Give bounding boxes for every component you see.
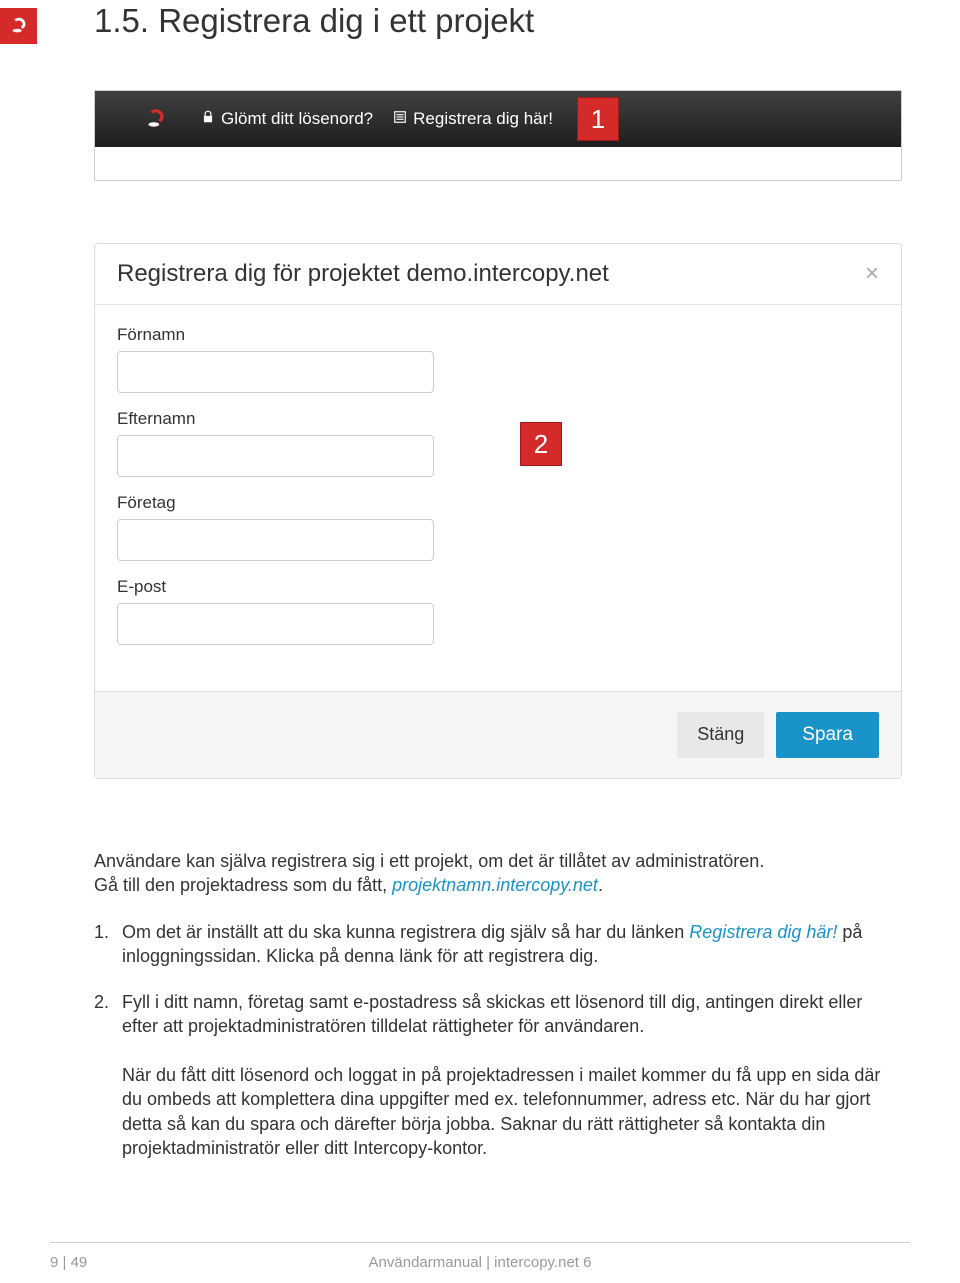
lastname-label: Efternamn bbox=[117, 409, 879, 429]
page-footer: 9 | 49 Användarmanual | intercopy.net 6 bbox=[0, 1254, 960, 1271]
intercopy-logo-icon bbox=[143, 106, 169, 132]
step-1-number: 1. bbox=[94, 920, 108, 969]
email-input[interactable] bbox=[117, 603, 434, 645]
step-2: 2. Fyll i ditt namn, företag samt e-post… bbox=[94, 990, 902, 1160]
brand-tab-icon bbox=[0, 8, 37, 44]
step-1: 1. Om det är inställt att du ska kunna r… bbox=[94, 920, 902, 969]
step-2-paragraph-1: Fyll i ditt namn, företag samt e-postadr… bbox=[122, 992, 862, 1036]
step-2-paragraph-2: När du fått ditt lösenord och loggat in … bbox=[122, 1065, 880, 1158]
register-here-link[interactable]: Registrera dig här! bbox=[393, 109, 553, 129]
step-1-text-pre: Om det är inställt att du ska kunna regi… bbox=[122, 922, 689, 942]
close-icon[interactable]: × bbox=[865, 262, 879, 286]
callout-marker-2: 2 bbox=[520, 422, 562, 466]
lock-icon bbox=[201, 109, 215, 129]
company-input[interactable] bbox=[117, 519, 434, 561]
footer-title: Användarmanual | intercopy.net 6 bbox=[369, 1254, 592, 1271]
close-button[interactable]: Stäng bbox=[677, 712, 764, 758]
project-url-example: projektnamn.intercopy.net bbox=[392, 875, 598, 895]
lastname-input[interactable] bbox=[117, 435, 434, 477]
step-2-number: 2. bbox=[94, 990, 108, 1160]
intro-line-2-post: . bbox=[598, 875, 603, 895]
register-dialog-screenshot: Registrera dig för projektet demo.interc… bbox=[94, 243, 902, 779]
footer-rule bbox=[50, 1242, 910, 1243]
page-number: 9 | 49 bbox=[50, 1254, 87, 1271]
register-here-inline-link: Registrera dig här! bbox=[689, 922, 837, 942]
intro-line-2-pre: Gå till den projektadress som du fått, bbox=[94, 875, 392, 895]
register-here-label: Registrera dig här! bbox=[413, 109, 553, 129]
save-button[interactable]: Spara bbox=[776, 712, 879, 758]
forgot-password-label: Glömt ditt lösenord? bbox=[221, 109, 373, 129]
company-label: Företag bbox=[117, 493, 879, 513]
firstname-input[interactable] bbox=[117, 351, 434, 393]
callout-marker-1: 1 bbox=[577, 97, 619, 141]
dialog-title: Registrera dig för projektet demo.interc… bbox=[117, 260, 609, 288]
forgot-password-link[interactable]: Glömt ditt lösenord? bbox=[201, 109, 373, 129]
email-label: E-post bbox=[117, 577, 879, 597]
intro-line-1: Användare kan själva registrera sig i et… bbox=[94, 851, 764, 871]
firstname-label: Förnamn bbox=[117, 325, 879, 345]
list-icon bbox=[393, 109, 407, 129]
section-heading: 1.5. Registrera dig i ett projekt bbox=[94, 2, 902, 40]
topbar-screenshot: Glömt ditt lösenord? Registrera dig här!… bbox=[94, 90, 902, 181]
intro-paragraph: Användare kan själva registrera sig i et… bbox=[94, 849, 902, 898]
